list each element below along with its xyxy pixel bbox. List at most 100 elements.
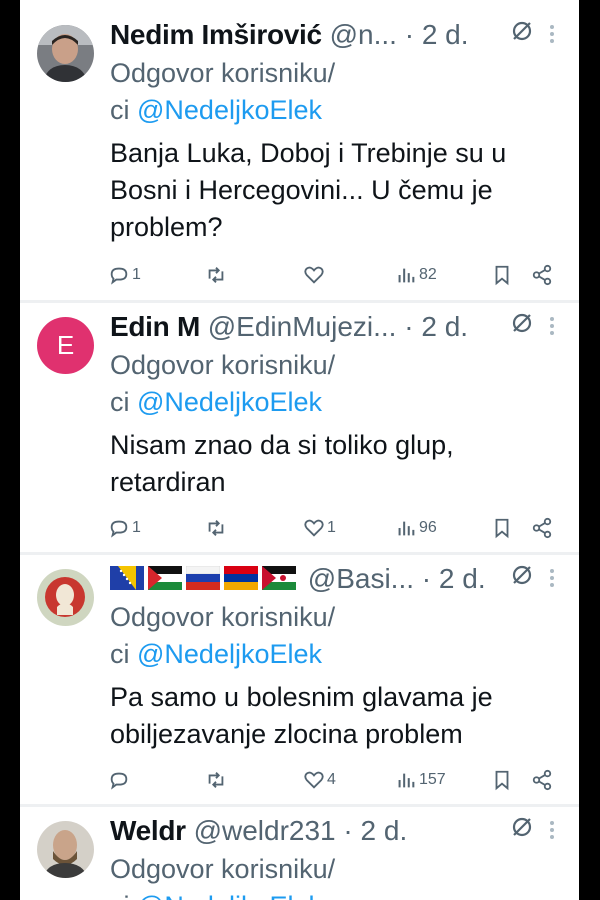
reply-thread: Nedim Imširović @n... · 2 d. Odgovor kor… <box>20 0 579 900</box>
views-button[interactable]: 82 <box>395 262 437 288</box>
tweet-divider <box>20 552 579 555</box>
reply-mention-link[interactable]: @NedeljkoElek <box>137 95 322 125</box>
tweet-text-line: Pa samo u bolesnim glavama je <box>110 682 493 712</box>
reply-label: Odgovor korisniku/ <box>110 58 336 88</box>
western-sahara-flag-icon <box>262 566 296 590</box>
tweet[interactable]: Nedim Imširović @n... · 2 d. Odgovor kor… <box>20 18 579 302</box>
tweet-text-line: obiljezavanje zlocina problem <box>110 719 463 749</box>
tweet-text: Pa samo u bolesnim glavama je obiljezava… <box>110 679 570 753</box>
display-name[interactable]: Weldr <box>110 815 186 846</box>
bookmark-button[interactable] <box>491 262 513 288</box>
like-button[interactable]: 4 <box>303 767 336 793</box>
bookmark-button[interactable] <box>491 767 513 793</box>
user-handle[interactable]: @EdinMujezi... <box>208 311 397 342</box>
more-options-icon[interactable] <box>549 316 555 336</box>
view-count: 96 <box>419 519 437 536</box>
share-button[interactable] <box>531 767 553 793</box>
share-icon <box>532 517 552 539</box>
timestamp[interactable]: 2 d. <box>421 311 468 342</box>
reply-icon <box>110 772 128 790</box>
armenia-flag-icon <box>224 566 258 590</box>
like-button[interactable]: 1 <box>303 515 336 541</box>
tweet[interactable]: E Edin M @EdinMujezi... · 2 d. Odgovor k… <box>20 310 579 552</box>
timestamp[interactable]: 2 d. <box>439 563 486 594</box>
tweet[interactable]: @Basi... · 2 d. Odgovor korisniku/ ci @N… <box>20 562 579 804</box>
bookmark-icon <box>495 770 509 791</box>
tweet-header: @Basi... · 2 d. <box>110 562 579 596</box>
tweet-header: Nedim Imširović @n... · 2 d. <box>110 18 579 52</box>
like-button[interactable] <box>303 262 327 288</box>
like-count: 4 <box>327 771 336 788</box>
share-button[interactable] <box>531 262 553 288</box>
reply-label: Odgovor korisniku/ <box>110 854 336 884</box>
more-options-icon[interactable] <box>549 568 555 588</box>
tweet[interactable]: Weldr @weldr231 · 2 d. Odgovor korisniku… <box>20 814 579 900</box>
tweet-header: Edin M @EdinMujezi... · 2 d. <box>110 310 579 344</box>
reply-context: Odgovor korisniku/ ci @NedeljkoElek <box>110 347 410 421</box>
like-count: 1 <box>327 519 336 536</box>
reply-context: Odgovor korisniku/ ci @NedeljkoElek <box>110 55 410 129</box>
reply-mention-link[interactable]: @NedeljkoElek <box>137 387 322 417</box>
reply-label-cont: ci <box>110 639 137 669</box>
reply-context: Odgovor korisniku/ ci @NedeljkoElek <box>110 599 410 673</box>
reply-context: Odgovor korisniku/ ci @NedeljkoElek <box>110 851 410 900</box>
reply-button[interactable] <box>108 767 132 793</box>
action-bar: 1 82 <box>108 262 565 288</box>
display-name[interactable]: Nedim Imširović <box>110 19 322 50</box>
view-count: 157 <box>419 771 446 788</box>
reply-label-cont: ci <box>110 95 137 125</box>
separator-dot: · <box>343 815 353 846</box>
reply-icon <box>110 520 128 538</box>
action-bar: 1 1 96 <box>108 515 565 541</box>
separator-dot: · <box>421 563 432 594</box>
muted-icon <box>512 313 532 333</box>
avatar[interactable] <box>37 569 94 626</box>
user-handle[interactable]: @n... <box>330 19 397 50</box>
heart-icon <box>304 519 324 537</box>
user-handle[interactable]: @Basi... <box>308 563 414 594</box>
view-count: 82 <box>419 266 437 283</box>
more-options-icon[interactable] <box>549 820 555 840</box>
avatar[interactable]: E <box>37 317 94 374</box>
retweet-button[interactable] <box>205 515 227 541</box>
retweet-icon <box>208 520 224 536</box>
reply-count: 1 <box>132 266 141 283</box>
timestamp[interactable]: 2 d. <box>361 815 408 846</box>
reply-count: 1 <box>132 519 141 536</box>
timestamp[interactable]: 2 d. <box>422 19 469 50</box>
bookmark-icon <box>495 518 509 539</box>
reply-icon <box>110 267 128 285</box>
bookmark-button[interactable] <box>491 515 513 541</box>
reply-mention-link[interactable]: @NedeljkoElek <box>137 639 322 669</box>
avatar[interactable] <box>37 821 94 878</box>
share-icon <box>532 769 552 791</box>
views-button[interactable]: 157 <box>395 767 446 793</box>
display-name[interactable]: Edin M <box>110 311 200 342</box>
tweet-text-line: Nisam znao da si toliko glup, <box>110 430 454 460</box>
reply-label-cont: ci <box>110 891 137 900</box>
reply-mention-link[interactable]: @NedeljkoElek <box>137 891 322 900</box>
tweet-text: Banja Luka, Doboj i Trebinje su u Bosni … <box>110 135 570 246</box>
heart-icon <box>304 266 324 284</box>
retweet-button[interactable] <box>205 767 227 793</box>
separator-dot: · <box>404 19 415 50</box>
share-icon <box>532 264 552 286</box>
separator-dot: · <box>404 311 414 342</box>
tweet-divider <box>20 804 579 807</box>
avatar-letter: E <box>56 330 75 360</box>
tweet-divider <box>20 300 579 303</box>
more-options-icon[interactable] <box>549 24 555 44</box>
retweet-icon <box>208 267 224 283</box>
palestine-flag-icon <box>148 566 182 590</box>
user-handle[interactable]: @weldr231 <box>194 815 336 846</box>
reply-button[interactable]: 1 <box>108 515 141 541</box>
share-button[interactable] <box>531 515 553 541</box>
retweet-button[interactable] <box>205 262 227 288</box>
reply-label: Odgovor korisniku/ <box>110 350 336 380</box>
reply-button[interactable]: 1 <box>108 262 141 288</box>
views-button[interactable]: 96 <box>395 515 437 541</box>
tweet-text-line: retardiran <box>110 467 226 497</box>
avatar[interactable] <box>37 25 94 82</box>
reply-label-cont: ci <box>110 387 137 417</box>
muted-icon <box>512 565 532 585</box>
